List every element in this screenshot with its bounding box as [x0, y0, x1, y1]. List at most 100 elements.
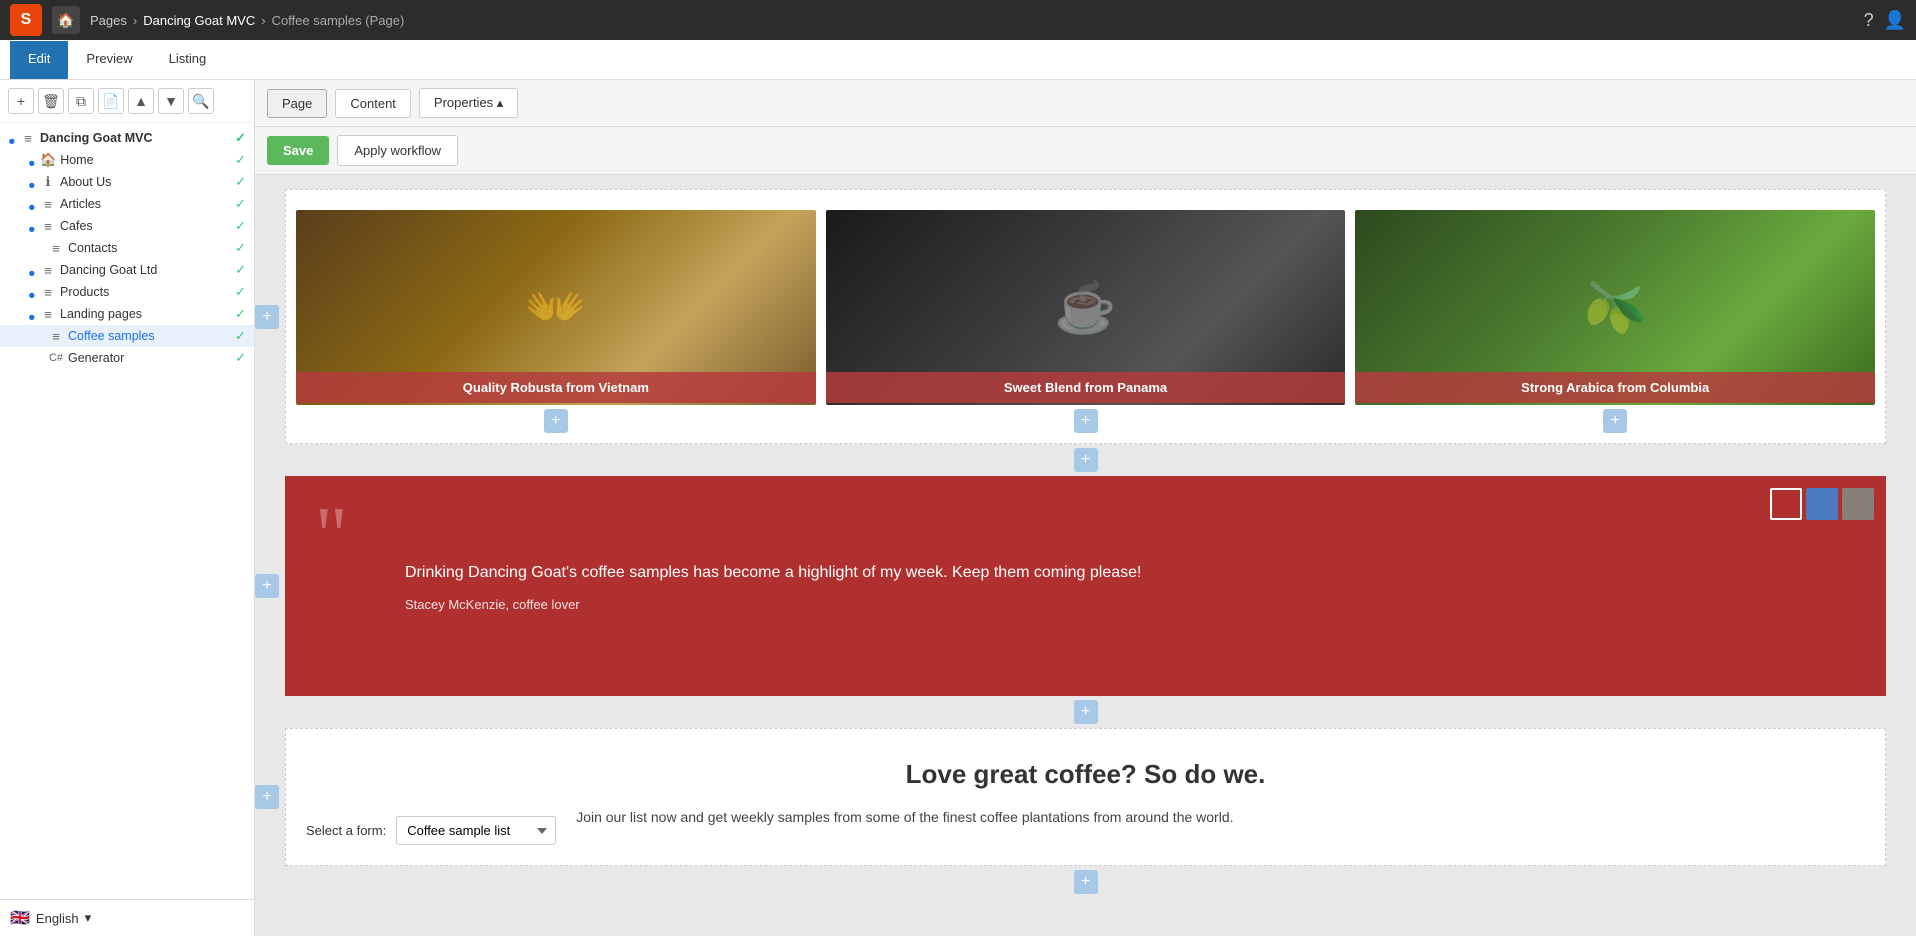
add-row-above-love[interactable]: + [255, 785, 279, 809]
topbar-icons: ? 👤 [1864, 10, 1906, 31]
add-row-above-quote[interactable]: + [255, 574, 279, 598]
products-tree-icon: ≡ [40, 285, 56, 300]
sidebar-item-home[interactable]: ● 🏠 Home ✓ [0, 149, 254, 171]
canvas: + Quality Robusta from Vietnam + Sweet B… [255, 175, 1916, 906]
help-icon[interactable]: ? [1864, 10, 1874, 31]
sidebar-delete-btn[interactable]: 🗑 [38, 88, 64, 114]
love-bottom: Select a form: Coffee sample list Join o… [306, 806, 1865, 845]
sidebar-search-btn[interactable]: 🔍 [188, 88, 214, 114]
site-dropdown[interactable]: Dancing Goat MVC [143, 13, 255, 28]
tab-listing[interactable]: Listing [151, 41, 225, 79]
sidebar-item-products[interactable]: ● ≡ Products ✓ [0, 281, 254, 303]
sidebar-item-generator[interactable]: C# Generator ✓ [0, 347, 254, 369]
quote-section: " Drinking Dancing Goat's coffee samples… [285, 476, 1886, 696]
language-flag: 🇬🇧 [10, 908, 30, 928]
topbar: S 🏠 Pages › Dancing Goat MVC › Coffee sa… [0, 0, 1916, 40]
tab-page[interactable]: Page [267, 89, 327, 118]
card-columbia-label: Strong Arabica from Columbia [1355, 372, 1875, 403]
breadcrumb: Pages › Dancing Goat MVC › Coffee sample… [90, 13, 404, 28]
quote-color-buttons [1770, 488, 1874, 520]
sidebar-item-contacts[interactable]: ≡ Contacts ✓ [0, 237, 254, 259]
content-area: Page Content Properties ▴ Save Apply wor… [255, 80, 1916, 936]
color-btn-gray[interactable] [1842, 488, 1874, 520]
love-body-text: Join our list now and get weekly samples… [576, 806, 1233, 828]
tab-preview[interactable]: Preview [68, 41, 150, 79]
tab-content[interactable]: Content [335, 89, 411, 118]
love-heading: Love great coffee? So do we. [306, 759, 1865, 790]
add-between-quote-love: + [285, 700, 1886, 724]
sidebar-down-btn[interactable]: ▼ [158, 88, 184, 114]
card-columbia-add[interactable]: + [1603, 409, 1627, 433]
language-bar[interactable]: 🇬🇧 English ▾ [0, 899, 254, 936]
sidebar-item-root[interactable]: ● ≡ Dancing Goat MVC ✓ [0, 127, 254, 149]
landing-tree-icon: ≡ [40, 307, 56, 322]
sidebar-item-cafes[interactable]: ● ≡ Cafes ✓ [0, 215, 254, 237]
sidebar-toolbar: + 🗑 ⧉ 📄 ▲ ▼ 🔍 [0, 80, 254, 123]
workflow-button[interactable]: Apply workflow [337, 135, 458, 166]
add-between-cards-quote: + [285, 448, 1886, 472]
generator-tree-icon: C# [48, 352, 64, 364]
sidebar: + 🗑 ⧉ 📄 ▲ ▼ 🔍 ● ≡ Dancing Goat MVC ✓ ● 🏠… [0, 80, 255, 936]
cafes-tree-icon: ≡ [40, 219, 56, 234]
add-row-btn-1[interactable]: + [1074, 448, 1098, 472]
cards-section: Quality Robusta from Vietnam + Sweet Ble… [285, 189, 1886, 444]
user-icon[interactable]: 👤 [1884, 10, 1906, 31]
breadcrumb-current: Coffee samples (Page) [272, 13, 405, 28]
sidebar-item-about[interactable]: ● ℹ About Us ✓ [0, 171, 254, 193]
card-panama-add[interactable]: + [1074, 409, 1098, 433]
home-icon[interactable]: 🏠 [52, 6, 80, 34]
page-toolbar: Page Content Properties ▴ [255, 80, 1916, 127]
sidebar-copy-btn[interactable]: ⧉ [68, 88, 94, 114]
form-select-label: Select a form: [306, 823, 386, 838]
love-form-area: Select a form: Coffee sample list [306, 806, 556, 845]
breadcrumb-separator: › [133, 13, 137, 28]
coffee-tree-icon: ≡ [48, 329, 64, 344]
quote-attribution: Stacey McKenzie, coffee lover [345, 597, 1846, 612]
cards-row: + Quality Robusta from Vietnam + Sweet B… [285, 189, 1886, 444]
add-row-above-cards[interactable]: + [255, 305, 279, 329]
save-button[interactable]: Save [267, 136, 329, 165]
color-btn-blue[interactable] [1806, 488, 1838, 520]
logo-text: S [21, 11, 32, 29]
quote-row: + " Drinking Dancing Goat's coffee sampl… [285, 476, 1886, 696]
root-icon: ≡ [20, 131, 36, 146]
contacts-tree-icon: ≡ [48, 241, 64, 256]
color-btn-red[interactable] [1770, 488, 1802, 520]
sidebar-item-coffee-samples[interactable]: ≡ Coffee samples ✓ [0, 325, 254, 347]
language-dropdown-icon: ▾ [85, 910, 92, 926]
love-row: + Love great coffee? So do we. Select a … [285, 728, 1886, 866]
card-panama[interactable]: Sweet Blend from Panama + [826, 210, 1346, 433]
about-tree-icon: ℹ [40, 174, 56, 190]
add-bottom: + [285, 870, 1886, 894]
form-select[interactable]: Coffee sample list [396, 816, 556, 845]
home-tree-icon: 🏠 [40, 152, 56, 168]
sidebar-item-articles[interactable]: ● ≡ Articles ✓ [0, 193, 254, 215]
sidebar-up-btn[interactable]: ▲ [128, 88, 154, 114]
sidebar-paste-btn[interactable]: 📄 [98, 88, 124, 114]
card-panama-label: Sweet Blend from Panama [826, 372, 1346, 403]
main-layout: + 🗑 ⧉ 📄 ▲ ▼ 🔍 ● ≡ Dancing Goat MVC ✓ ● 🏠… [0, 80, 1916, 936]
breadcrumb-pages[interactable]: Pages [90, 13, 127, 28]
sidebar-root-label: Dancing Goat MVC [40, 131, 231, 145]
articles-tree-icon: ≡ [40, 197, 56, 212]
card-vietnam-add[interactable]: + [544, 409, 568, 433]
card-vietnam-label: Quality Robusta from Vietnam [296, 372, 816, 403]
tab-edit[interactable]: Edit [10, 41, 68, 79]
love-section: Love great coffee? So do we. Select a fo… [285, 728, 1886, 866]
app-logo[interactable]: S [10, 4, 42, 36]
sidebar-item-landing-pages[interactable]: ● ≡ Landing pages ✓ [0, 303, 254, 325]
sidebar-item-dancing-goat-ltd[interactable]: ● ≡ Dancing Goat Ltd ✓ [0, 259, 254, 281]
add-row-btn-2[interactable]: + [1074, 700, 1098, 724]
quote-mark: " [315, 496, 348, 576]
dgl-tree-icon: ≡ [40, 263, 56, 278]
quote-text: Drinking Dancing Goat's coffee samples h… [345, 561, 1846, 585]
add-row-btn-3[interactable]: + [1074, 870, 1098, 894]
card-columbia[interactable]: Strong Arabica from Columbia + [1355, 210, 1875, 433]
card-vietnam[interactable]: Quality Robusta from Vietnam + [296, 210, 816, 433]
tab-properties[interactable]: Properties ▴ [419, 88, 518, 118]
action-bar: Save Apply workflow [255, 127, 1916, 175]
language-label: English [36, 911, 79, 926]
sidebar-tree: ● ≡ Dancing Goat MVC ✓ ● 🏠 Home ✓ ● ℹ Ab… [0, 123, 254, 899]
form-select-row: Select a form: Coffee sample list [306, 816, 556, 845]
sidebar-add-btn[interactable]: + [8, 88, 34, 114]
